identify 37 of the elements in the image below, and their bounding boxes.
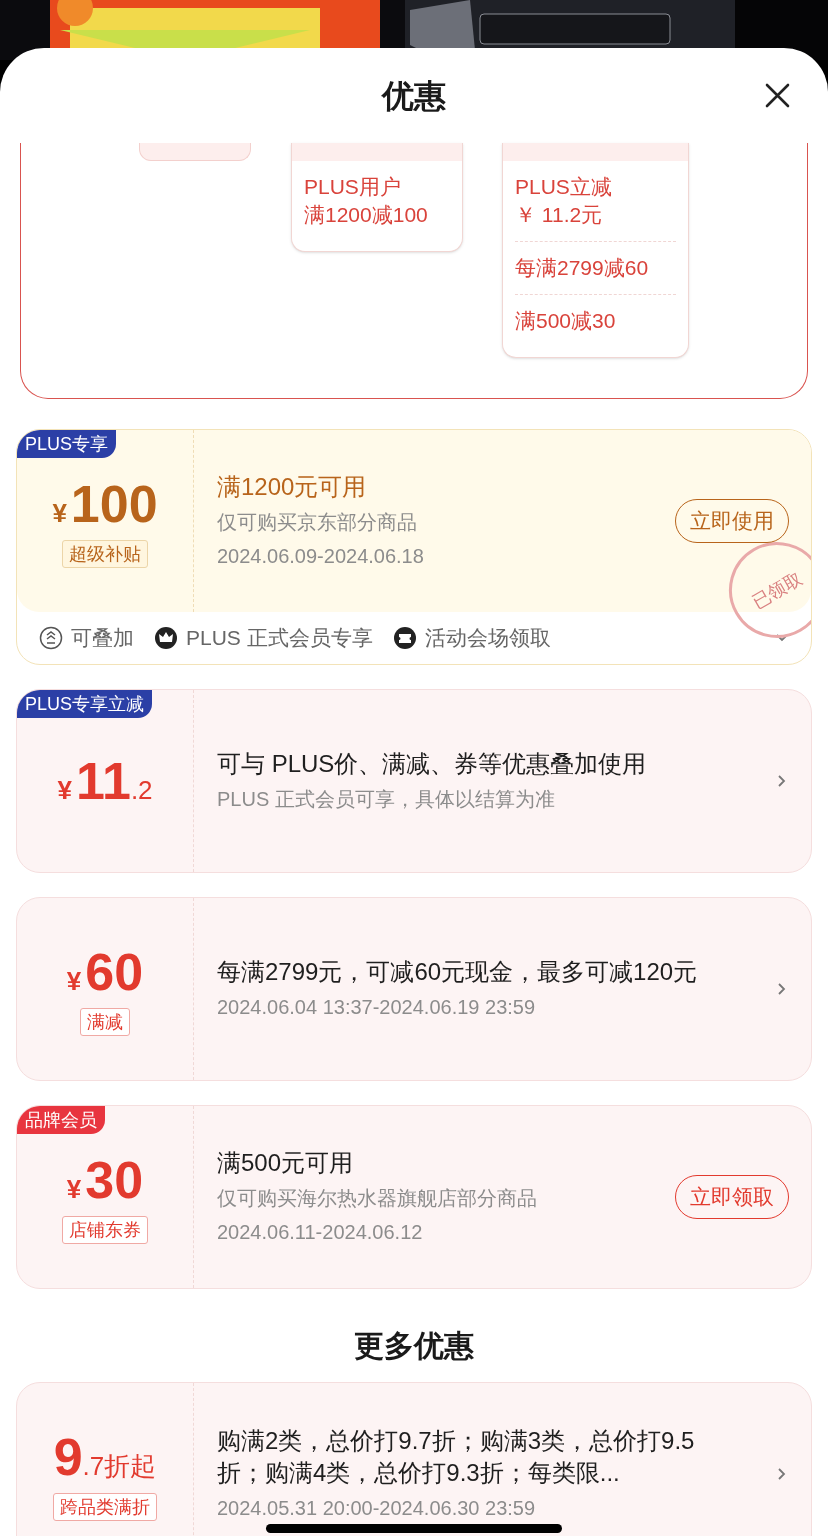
coupon-description: 仅可购买京东部分商品	[217, 510, 418, 535]
coupon-badge: 品牌会员	[17, 1106, 105, 1134]
feature-label: 活动会场领取	[424, 625, 551, 652]
sheet-title: 优惠	[382, 76, 446, 116]
feature-label: 可叠加	[71, 625, 134, 652]
offer-text: 每满2799减60	[515, 241, 676, 294]
coupon-amount: ¥11.2	[57, 751, 153, 811]
crown-icon	[154, 626, 178, 650]
coupon-title: 可与 PLUS价、满减、券等优惠叠加使用	[217, 749, 648, 779]
offer-text: 满500减30	[515, 294, 676, 347]
coupon-tag: 跨品类满折	[53, 1493, 157, 1521]
coupon-title: 满500元可用	[217, 1148, 355, 1178]
coupon-amount: ¥30	[66, 1150, 144, 1210]
coupon-date: 2024.06.04 13:37-2024.06.19 23:59	[217, 995, 537, 1020]
offer-text: PLUS用户 满1200减100	[304, 174, 429, 228]
coupon-date: 2024.06.11-2024.06.12	[217, 1220, 424, 1245]
coupon-title: 每满2799元，可减60元现金，最多可减120元	[217, 957, 699, 987]
coupon-title: 购满2类，总价打9.7折；购满3类，总价打9.5折；购满4类，总价打9.3折；每类限...	[217, 1426, 696, 1488]
coupon-badge: PLUS专享立减	[17, 690, 153, 718]
coupon-tag: 超级补贴	[62, 540, 148, 568]
coupon-description: PLUS 正式会员可享，具体以结算为准	[217, 787, 556, 812]
coupon-tag: 满减	[80, 1008, 130, 1036]
feature-label: PLUS 正式会员专享	[186, 625, 373, 652]
coupon-description: 仅可购买海尔热水器旗舰店部分商品	[217, 1186, 538, 1211]
ticket-icon	[392, 626, 417, 650]
coupon-title: 满1200元可用	[217, 472, 368, 502]
section-heading: 更多优惠	[353, 1328, 475, 1364]
offer-text: PLUS立减 ￥ 11.2元	[515, 174, 613, 228]
coupon-tag: 店铺东券	[62, 1216, 148, 1244]
stack-icon	[39, 626, 63, 650]
coupon-amount: ¥100	[52, 474, 158, 534]
coupon-badge: PLUS专享	[17, 430, 117, 458]
coupon-amount: 9.7折起	[53, 1427, 157, 1487]
coupon-amount: ¥60	[66, 942, 144, 1002]
coupon-date: 2024.05.31 20:00-2024.06.30 23:59	[217, 1496, 537, 1521]
coupon-date: 2024.06.09-2024.06.18	[217, 544, 425, 569]
close-icon[interactable]	[765, 83, 790, 108]
